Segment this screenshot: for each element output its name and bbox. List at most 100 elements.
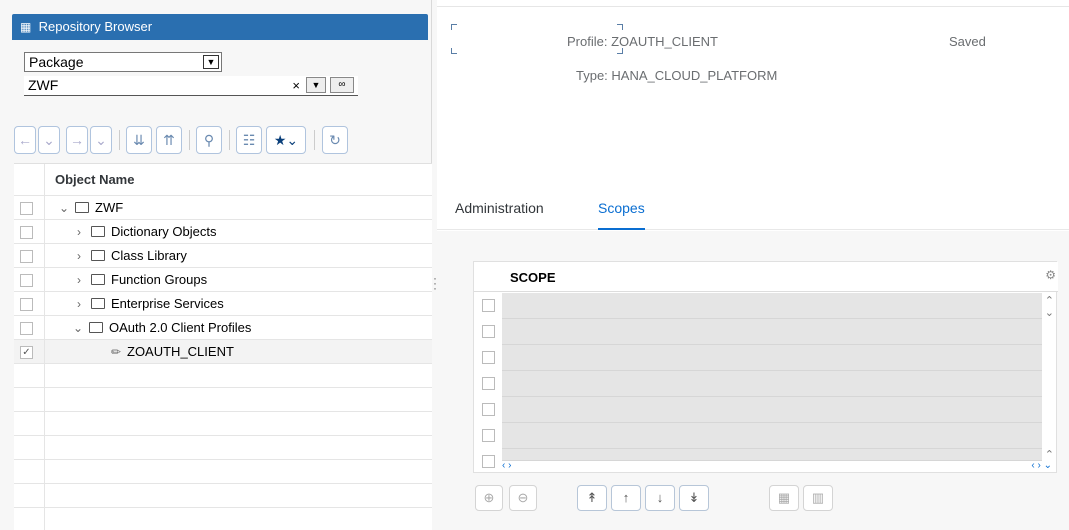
tree-row-dictionary-objects[interactable]: › Dictionary Objects [14,220,432,244]
table-row[interactable] [474,319,1044,345]
tree-label: ZOAUTH_CLIENT [127,344,234,359]
tree-label: ZWF [95,200,124,215]
forward-arrow-icon[interactable]: → [66,126,88,154]
select-all-icon[interactable]: ▦ [769,485,799,511]
tree-row-enterprise-services[interactable]: › Enterprise Services [14,292,432,316]
row-checkbox[interactable] [20,202,33,215]
tree-header-cell: Object Name [44,164,432,196]
focus-corner-bottom-left [451,48,457,54]
tab-administration[interactable]: Administration [455,200,544,230]
tree-label: Enterprise Services [111,296,224,311]
row-checkbox[interactable] [482,377,495,390]
tab-bar: Administration Scopes [437,190,1069,230]
folder-icon [91,274,105,285]
scope-cell[interactable] [502,345,1042,371]
back-arrow-icon[interactable]: ← [14,126,36,154]
row-checkbox[interactable] [482,403,495,416]
tree-row-empty [14,460,432,484]
tree-cell [44,508,432,530]
toolbar-divider [314,130,315,150]
move-down-icon[interactable]: ↓ [645,485,675,511]
row-checkbox[interactable] [20,274,33,287]
scope-cell[interactable] [502,449,1042,461]
row-checkbox[interactable] [482,429,495,442]
package-input[interactable]: ZWF × ▼ ∞ [24,76,358,96]
tree-row-function-groups[interactable]: › Function Groups [14,268,432,292]
table-row[interactable] [474,423,1044,449]
move-bottom-icon[interactable]: ↡ [679,485,709,511]
remove-row-icon[interactable]: ⊖ [509,485,537,511]
worklist-icon[interactable]: ☷ [236,126,262,154]
scroll-left-right-icon[interactable]: ‹ › [502,460,511,471]
move-top-icon[interactable]: ↟ [577,485,607,511]
collapse-chevron-icon[interactable]: ⌄ [73,316,83,340]
scope-cell[interactable] [502,319,1042,345]
forward-history-dropdown-icon[interactable]: ⌄ [90,126,112,154]
folder-icon [91,250,105,261]
scope-column-header[interactable]: SCOPE [510,270,556,285]
row-checkbox[interactable] [20,250,33,263]
table-row[interactable] [474,397,1044,423]
row-checkbox[interactable] [482,455,495,468]
row-checkbox[interactable] [20,322,33,335]
tree-label: Function Groups [111,272,208,287]
tree-row-empty [14,388,432,412]
table-settings-gear-icon[interactable]: ⚙ [1045,268,1056,282]
table-row[interactable] [474,345,1044,371]
tree-cell: ✏ ZOAUTH_CLIENT [44,340,432,364]
dropdown-arrow-icon[interactable]: ▼ [203,55,219,69]
scope-cell[interactable] [502,371,1042,397]
tree-row-zoauth-client[interactable]: ✓ ✏ ZOAUTH_CLIENT [14,340,432,364]
top-divider [437,6,1069,7]
tree-row-zwf[interactable]: ⌄ ZWF [14,196,432,220]
move-up-icon[interactable]: ↑ [611,485,641,511]
focus-corner-top-left [451,24,457,30]
package-input-value: ZWF [28,77,59,93]
object-type-value: Package [29,54,84,70]
expand-chevron-icon[interactable]: › [77,292,81,316]
display-glasses-icon[interactable]: ∞ [330,77,354,93]
collapse-chevron-icon[interactable]: ⌄ [59,196,69,220]
expand-all-icon[interactable]: ⇊ [126,126,152,154]
tree-cell [44,364,432,388]
row-checkbox[interactable] [482,299,495,312]
favorites-star-icon[interactable]: ★⌄ [266,126,306,154]
scroll-down-icon[interactable]: ⌄ [1045,306,1054,319]
scope-cell[interactable] [502,397,1042,423]
table-row[interactable] [474,449,1044,468]
row-checkbox[interactable] [482,351,495,364]
clear-icon[interactable]: × [292,77,300,95]
tree-cell [44,412,432,436]
row-checkbox[interactable] [20,226,33,239]
tree-row-oauth-client-profiles[interactable]: ⌄ OAuth 2.0 Client Profiles [14,316,432,340]
search-icon[interactable]: ⚲ [196,126,222,154]
tree-row-class-library[interactable]: › Class Library [14,244,432,268]
expand-chevron-icon[interactable]: › [77,220,81,244]
table-row[interactable] [474,371,1044,397]
panel-splitter-handle[interactable]: · · · [433,272,437,294]
tree-row-empty [14,436,432,460]
deselect-all-icon[interactable]: ▥ [803,485,833,511]
tab-scopes[interactable]: Scopes [598,200,645,230]
repository-browser-title: Repository Browser [38,19,153,34]
back-history-dropdown-icon[interactable]: ⌄ [38,126,60,154]
expand-chevron-icon[interactable]: › [77,244,81,268]
toolbar-divider [189,130,190,150]
expand-chevron-icon[interactable]: › [77,268,81,292]
collapse-all-icon[interactable]: ⇈ [156,126,182,154]
tree-label: Class Library [111,248,187,263]
profile-value[interactable]: ZOAUTH_CLIENT [611,34,718,49]
refresh-icon[interactable]: ↻ [322,126,348,154]
toolbar-divider [229,130,230,150]
scope-cell[interactable] [502,423,1042,449]
scope-cell[interactable] [502,293,1042,319]
row-checkbox[interactable] [20,298,33,311]
table-row[interactable] [474,293,1044,319]
row-checkbox-checked[interactable]: ✓ [20,346,33,359]
object-type-select[interactable]: Package ▼ [24,52,222,72]
scroll-horizontal-down-icon[interactable]: ‹ › ⌄ [1031,460,1052,471]
row-checkbox[interactable] [482,325,495,338]
object-name-header[interactable]: Object Name [55,164,134,196]
add-row-icon[interactable]: ⊕ [475,485,503,511]
history-dropdown-icon[interactable]: ▼ [306,77,326,93]
